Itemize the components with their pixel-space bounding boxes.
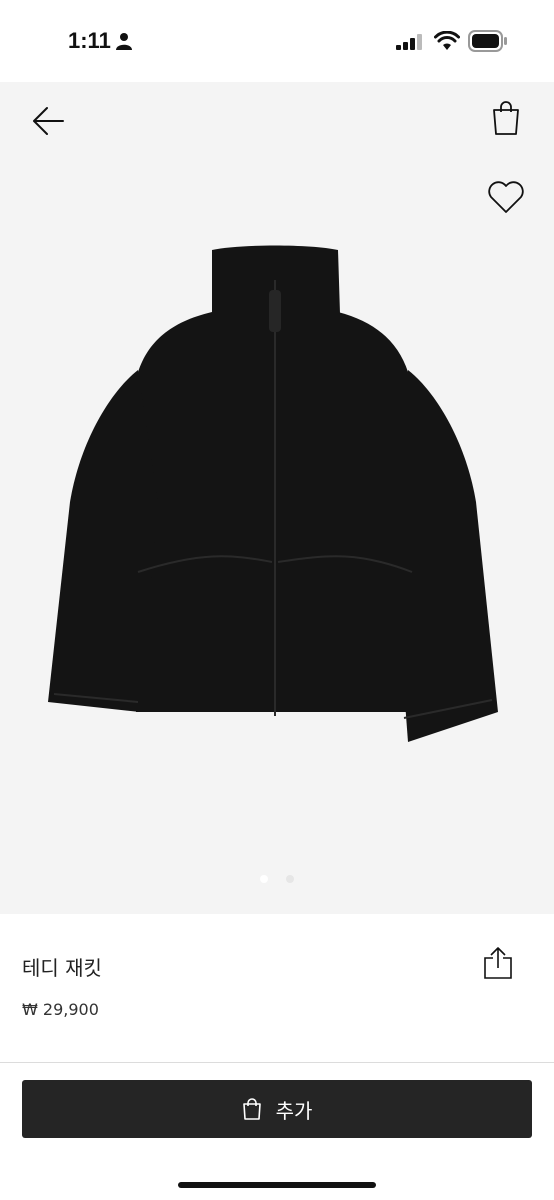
heart-icon: [488, 180, 524, 213]
product-name: 테디 재킷: [22, 956, 102, 980]
gallery-pagination: [0, 868, 554, 887]
status-time: 1:11: [68, 28, 111, 53]
status-bar: 1:11: [0, 0, 554, 82]
shopping-bag-icon: [242, 1098, 262, 1120]
shopping-bag-button[interactable]: [484, 94, 528, 144]
home-indicator[interactable]: [178, 1182, 376, 1188]
share-icon: [484, 946, 512, 979]
battery-icon: [468, 30, 508, 56]
share-button[interactable]: [478, 944, 518, 984]
add-button-label: 추가: [275, 1098, 313, 1123]
teddy-jacket-image: [48, 245, 498, 742]
back-button[interactable]: [24, 98, 72, 146]
add-to-bag-button[interactable]: 추가: [22, 1080, 532, 1138]
divider: [0, 1062, 554, 1063]
gallery-dot-2[interactable]: [285, 875, 294, 883]
product-price: ₩ 29,900: [22, 1000, 99, 1019]
gallery-dot-1[interactable]: [260, 875, 269, 883]
favorite-button[interactable]: [482, 176, 530, 222]
product-info: 테디 재킷 ₩ 29,900: [0, 914, 554, 1064]
shopping-bag-icon: [493, 100, 519, 135]
product-gallery[interactable]: [0, 82, 554, 914]
arrow-left-icon: [33, 106, 64, 135]
wifi-icon: [434, 30, 460, 55]
cellular-signal-icon: [396, 34, 424, 54]
person-icon: [115, 32, 133, 54]
